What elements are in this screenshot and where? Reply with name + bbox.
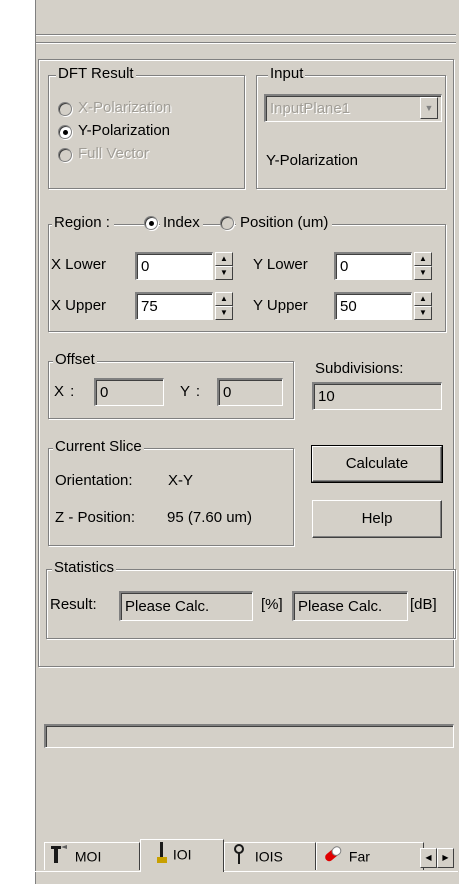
tab-moi[interactable]: MOI	[44, 842, 140, 870]
pill-icon	[321, 843, 345, 873]
radio-selected-dot	[63, 130, 68, 135]
x-upper-spinner[interactable]: ▲ ▼	[215, 292, 233, 320]
offset-y-field: 0	[217, 378, 283, 406]
region-title: Region :	[52, 215, 114, 231]
y-lower-spinner[interactable]: ▲ ▼	[414, 252, 432, 280]
tab-far[interactable]: Far	[316, 842, 424, 870]
full-vector-label: Full Vector	[78, 145, 149, 162]
x-lower-input[interactable]: 0	[135, 252, 213, 280]
result-percent-field: Please Calc.	[119, 591, 253, 621]
input-group	[256, 75, 446, 189]
spin-down-icon[interactable]: ▼	[414, 306, 432, 320]
top-separator-2-highlight	[36, 43, 456, 44]
input-polarization-label: Y-Polarization	[266, 152, 358, 169]
result-label: Result:	[50, 596, 97, 613]
orientation-label: Orientation:	[55, 472, 133, 489]
x-lower-label: X Lower	[51, 256, 107, 273]
x-upper-input[interactable]: 75	[135, 292, 213, 320]
input-plane-combo[interactable]: InputPlane1	[264, 94, 442, 122]
pin-icon	[229, 843, 251, 873]
position-label: Position (um)	[236, 215, 333, 231]
probe-icon	[155, 840, 169, 872]
offset-x-field: 0	[94, 378, 164, 406]
z-position-label: Z - Position:	[55, 509, 136, 526]
spin-up-icon[interactable]: ▲	[414, 292, 432, 306]
calculate-button[interactable]: Calculate	[311, 445, 443, 483]
x-lower-spinner[interactable]: ▲ ▼	[215, 252, 233, 280]
y-upper-spinner[interactable]: ▲ ▼	[414, 292, 432, 320]
full-vector-radio[interactable]	[58, 148, 72, 162]
subdivisions-label: Subdivisions:	[315, 360, 404, 377]
y-polarization-label: Y-Polarization	[78, 122, 170, 139]
spin-down-icon[interactable]: ▼	[414, 266, 432, 280]
y-polarization-radio[interactable]	[58, 125, 72, 139]
spin-up-icon[interactable]: ▲	[215, 292, 233, 306]
index-radio[interactable]	[144, 216, 158, 230]
input-title: Input	[268, 65, 306, 82]
offset-y-label: Y :	[180, 383, 202, 400]
top-separator-1-highlight	[36, 35, 456, 36]
z-position-value: 95 (7.60 um)	[167, 509, 253, 526]
tab-far-label: Far	[348, 848, 370, 865]
x-polarization-radio[interactable]	[58, 102, 72, 116]
percent-unit-label: [%]	[261, 596, 283, 613]
wrench-icon	[45, 843, 71, 873]
current-slice-title: Current Slice	[53, 438, 144, 455]
dft-result-title: DFT Result	[56, 65, 136, 82]
offset-x-label: X :	[54, 383, 76, 400]
tab-moi-label: MOI	[74, 848, 102, 865]
statistics-title: Statistics	[52, 559, 117, 576]
x-upper-label: X Upper	[51, 297, 107, 314]
tab-ioi-label: IOI	[172, 846, 192, 863]
panel-left-edge	[33, 0, 36, 884]
x-polarization-label: X-Polarization	[78, 99, 172, 116]
tab-ioi[interactable]: IOI	[140, 839, 224, 872]
spin-up-icon[interactable]: ▲	[414, 252, 432, 266]
position-radio[interactable]	[220, 216, 234, 230]
current-slice-group	[48, 448, 294, 546]
radio-selected-dot	[149, 221, 154, 226]
tab-scroll-left-icon[interactable]: ◀	[420, 848, 437, 868]
db-unit-label: [dB]	[410, 596, 437, 613]
spin-down-icon[interactable]: ▼	[215, 266, 233, 280]
tab-scroll-right-icon[interactable]: ▶	[437, 848, 454, 868]
index-label: Index	[160, 215, 203, 231]
subdivisions-field: 10	[312, 382, 442, 410]
y-lower-label: Y Lower	[253, 256, 308, 273]
y-upper-label: Y Upper	[253, 297, 308, 314]
tab-iois[interactable]: IOIS	[224, 842, 316, 870]
y-upper-input[interactable]: 50	[334, 292, 412, 320]
help-button[interactable]: Help	[312, 500, 442, 538]
offset-title: Offset	[53, 351, 97, 368]
result-db-field: Please Calc.	[292, 591, 408, 621]
spin-down-icon[interactable]: ▼	[215, 306, 233, 320]
chevron-down-icon[interactable]: ▼	[420, 97, 438, 119]
spin-up-icon[interactable]: ▲	[215, 252, 233, 266]
orientation-value: X-Y	[168, 472, 194, 489]
y-lower-input[interactable]: 0	[334, 252, 412, 280]
tab-iois-label: IOIS	[254, 848, 283, 865]
progress-bar	[44, 724, 454, 748]
